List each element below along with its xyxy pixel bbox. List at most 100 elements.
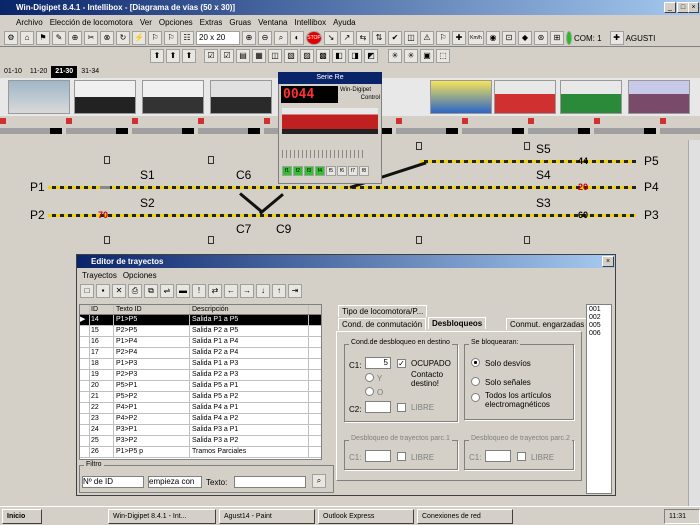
tool-icon[interactable]: ▧ <box>284 48 298 63</box>
filter-mode-select[interactable]: empieza con <box>148 476 202 488</box>
zoom-select[interactable]: 20 x 20 <box>196 31 240 45</box>
minimize-button[interactable]: _ <box>664 2 676 13</box>
tool-icon[interactable]: ◨ <box>348 48 362 63</box>
loco-image[interactable] <box>430 80 492 114</box>
loco-image[interactable] <box>8 80 70 114</box>
filter-text-input[interactable] <box>234 476 306 488</box>
tool-icon[interactable]: ⇌ <box>160 284 174 298</box>
tool-icon[interactable]: ⚙ <box>4 31 18 45</box>
table-row[interactable]: 25 P3>P2 Salida P3 a P2 <box>80 436 321 447</box>
ocupado-checkbox[interactable]: ✓ <box>397 359 406 368</box>
tool-icon[interactable]: ⊕ <box>68 31 82 45</box>
tool-icon[interactable]: ▬ <box>176 284 190 298</box>
table-row[interactable]: 20 P5>P1 Salida P5 a P1 <box>80 381 321 392</box>
menu-ver[interactable]: Ver <box>140 18 152 27</box>
partial1-libre-checkbox[interactable] <box>397 452 406 461</box>
loco-image[interactable] <box>494 80 556 114</box>
exit-icon[interactable]: ⇥ <box>288 284 302 298</box>
search-icon[interactable]: ⌕ <box>312 474 326 488</box>
table-row[interactable]: ▶ 14 P1>P5 Salida P1 a P5 <box>80 315 321 326</box>
table-row[interactable]: 22 P4>P1 Salida P4 a P1 <box>80 403 321 414</box>
speed-slider[interactable] <box>282 150 366 158</box>
contact-list[interactable]: 001 002 005 006 <box>586 304 612 494</box>
tool-icon[interactable]: ▦ <box>252 48 266 63</box>
task-paint[interactable]: Agust14 - Paint <box>219 508 315 524</box>
menu-archivo[interactable]: Archivo <box>16 18 43 27</box>
tool-icon[interactable]: ↘ <box>324 31 338 45</box>
tool-icon[interactable]: ⇄ <box>208 284 222 298</box>
tool-icon[interactable]: ⊗ <box>100 31 114 45</box>
arrow-left-icon[interactable]: ← <box>224 284 238 298</box>
tool-icon[interactable]: ◩ <box>364 48 378 63</box>
tab-tipo-locomotora[interactable]: Tipo de locomotora/P... <box>338 305 428 317</box>
tool-icon[interactable]: ⚠ <box>420 31 434 45</box>
tool-icon[interactable]: ◧ <box>332 48 346 63</box>
delete-icon[interactable]: ✕ <box>112 284 126 298</box>
tool-icon[interactable]: ⚐ <box>148 31 162 45</box>
tab-cond-conmutacion[interactable]: Cond. de conmutación <box>338 318 427 330</box>
tool-icon[interactable]: ⇅ <box>372 31 386 45</box>
tool-icon[interactable]: ✚ <box>452 31 466 45</box>
o-radio[interactable] <box>365 387 374 396</box>
table-row[interactable]: 26 P1>P5 p Tramos Parciales <box>80 447 321 458</box>
table-row[interactable]: 24 P3>P1 Salida P3 a P1 <box>80 425 321 436</box>
user-icon[interactable]: ✚ <box>609 31 624 45</box>
tool-icon[interactable]: ✳ <box>404 48 418 63</box>
table-row[interactable]: 17 P2>P4 Salida P2 a P4 <box>80 348 321 359</box>
menu-gruas[interactable]: Gruas <box>229 18 251 27</box>
tool-icon[interactable]: ☷ <box>180 31 194 45</box>
tool-icon[interactable]: ⬆ <box>182 48 196 63</box>
arrow-right-icon[interactable]: → <box>240 284 254 298</box>
table-row[interactable]: 23 P4>P2 Salida P4 a P2 <box>80 414 321 425</box>
menu-trayectos[interactable]: Trayectos <box>82 271 117 280</box>
copy-icon[interactable]: ⧉ <box>144 284 158 298</box>
kmh-button[interactable]: Km/h <box>468 31 484 45</box>
tab-11-20[interactable]: 11-20 <box>26 66 51 78</box>
editor-close-button[interactable]: × <box>602 256 614 267</box>
tab-21-30[interactable]: 21-30 <box>51 66 78 78</box>
c1-input[interactable]: 5 <box>365 357 391 369</box>
tool-icon[interactable]: ✳ <box>388 48 402 63</box>
tool-icon[interactable]: ! <box>192 284 206 298</box>
loco-image[interactable] <box>560 80 622 114</box>
function-f8[interactable]: f8 <box>359 166 369 176</box>
tool-icon[interactable]: ⚐ <box>164 31 178 45</box>
tool-icon[interactable]: ⬚ <box>436 48 450 63</box>
tab-31-34[interactable]: 31-34 <box>77 66 103 78</box>
loco-image[interactable] <box>210 80 272 114</box>
task-outlook[interactable]: Outlook Express <box>318 508 414 524</box>
loco-image[interactable] <box>74 80 136 114</box>
tool-icon[interactable]: ▩ <box>316 48 330 63</box>
tool-icon[interactable]: ☑ <box>220 48 234 63</box>
tool-icon[interactable]: ✔ <box>388 31 402 45</box>
tool-icon[interactable]: ⊛ <box>534 31 548 45</box>
function-f4[interactable]: f4 <box>315 166 325 176</box>
menu-eleccion-locomotora[interactable]: Elección de locomotora <box>50 18 133 27</box>
task-network[interactable]: Conexiones de red <box>417 508 513 524</box>
menu-opciones[interactable]: Opciones <box>159 18 193 27</box>
function-f5[interactable]: f5 <box>326 166 336 176</box>
partial1-c1-input[interactable] <box>365 450 391 462</box>
tool-icon[interactable]: ☑ <box>204 48 218 63</box>
vertical-scrollbar[interactable] <box>688 140 700 510</box>
tool-icon[interactable]: ✂ <box>84 31 98 45</box>
solo-desvios-radio[interactable] <box>471 358 480 367</box>
tool-icon[interactable]: ⚡ <box>132 31 146 45</box>
stop-button[interactable]: STOP <box>306 31 322 45</box>
tab-01-10[interactable]: 01-10 <box>0 66 26 78</box>
tool-icon[interactable]: ⇆ <box>356 31 370 45</box>
tool-icon[interactable]: ⊞ <box>550 31 564 45</box>
libre-checkbox[interactable] <box>397 403 406 412</box>
menu-ayuda[interactable]: Ayuda <box>333 18 356 27</box>
filter-field-select[interactable]: Nº de ID <box>82 476 144 488</box>
tool-icon[interactable]: ⊡ <box>502 31 516 45</box>
table-row[interactable]: 21 P5>P2 Salida P5 a P2 <box>80 392 321 403</box>
tool-icon[interactable]: ▤ <box>236 48 250 63</box>
tool-icon[interactable]: ✎ <box>52 31 66 45</box>
table-row[interactable]: 18 P1>P3 Salida P1 a P3 <box>80 359 321 370</box>
c2-input[interactable] <box>365 401 391 413</box>
tool-icon[interactable]: ◫ <box>404 31 418 45</box>
loco-image[interactable] <box>628 80 690 114</box>
arrow-down-icon[interactable]: ↓ <box>256 284 270 298</box>
tool-icon[interactable]: ↗ <box>340 31 354 45</box>
